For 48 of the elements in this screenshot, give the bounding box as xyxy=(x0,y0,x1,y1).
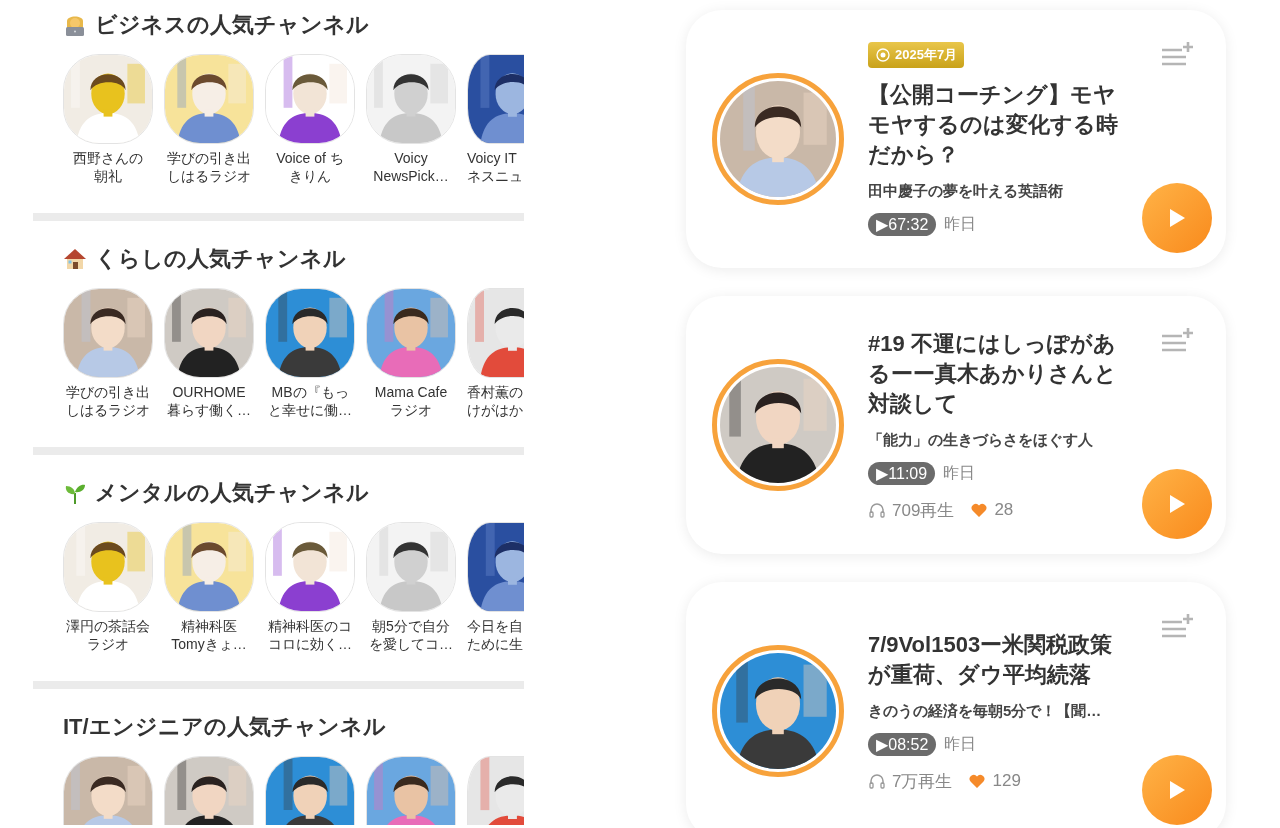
channel-name[interactable]: きのうの経済を毎朝5分で！【聞… xyxy=(868,701,1102,721)
duration-badge: ▶11:09 xyxy=(868,461,936,485)
channel-name[interactable]: 精神科医のコ コロに効く… xyxy=(268,617,352,653)
channel-name[interactable]: 今日を自 ために生 xyxy=(467,617,523,653)
channel-name[interactable]: MBの『もっ と幸せに働… xyxy=(268,383,352,419)
play-count: 709再生 xyxy=(892,499,955,522)
episode-card[interactable]: 2025年7月 【公開コーチング】モヤモヤするのは変化する時だから？ 田中慶子の夢を叶える英語術 ▶67:32 昨日 xyxy=(686,10,1226,268)
like-count: 129 xyxy=(992,771,1021,791)
heart-icon xyxy=(968,772,987,790)
headphones-icon xyxy=(868,772,886,790)
channel-name[interactable]: 香村薫の けがはか xyxy=(467,383,523,419)
medal-icon xyxy=(875,47,891,63)
date-text: 昨日 xyxy=(943,462,976,483)
channel-name[interactable]: 西野さんの 朝礼 xyxy=(73,149,143,185)
like-count: 28 xyxy=(994,500,1014,520)
episode-title[interactable]: 【公開コーチング】モヤモヤするのは変化する時だから？ xyxy=(868,80,1118,170)
section-title: くらしの人気チャンネル xyxy=(95,245,346,273)
play-icon xyxy=(1167,493,1187,515)
date-text: 昨日 xyxy=(944,733,977,754)
episode-title[interactable]: 7/9Vol1503ー米関税政策が重荷、ダウ平均続落 xyxy=(868,629,1118,690)
channel-name[interactable]: Voicy NewsPick… xyxy=(373,149,449,185)
duration-badge: ▶67:32 xyxy=(868,213,937,236)
channel-name[interactable]: 学びの引き出 しはるラジオ xyxy=(167,149,251,185)
house-icon xyxy=(63,247,87,271)
channel-name[interactable]: 学びの引き出 しはるラジオ xyxy=(66,383,150,419)
month-badge: 2025年7月 xyxy=(868,42,965,68)
duration-badge: ▶08:52 xyxy=(868,732,937,756)
channel-name[interactable]: Mama Cafe ラジオ xyxy=(374,383,448,419)
channel-name[interactable]: OURHOME 暮らす働く… xyxy=(167,383,251,419)
channel-name[interactable]: 朝5分で自分 を愛してコ… xyxy=(369,617,453,653)
section-title: ビジネスの人気チャンネル xyxy=(95,11,369,39)
channel-name[interactable]: 「能力」の生きづらさをほぐす人 xyxy=(868,430,1093,450)
episode-card[interactable]: 7/9Vol1503ー米関税政策が重荷、ダウ平均続落 きのうの経済を毎朝5分で！【聞… ▶08:52 昨日 7万再生 129 xyxy=(686,582,1226,828)
episode-card[interactable]: #19 不運にはしっぽがあるーー真木あかりさんと対談して 「能力」の生きづらさをほぐす人 ▶11:09 昨日 709再生 28 xyxy=(686,296,1226,554)
headphones-icon xyxy=(868,501,886,519)
channel-name[interactable]: Voice of ち きりん xyxy=(276,149,344,185)
episode-title[interactable]: #19 不運にはしっぽがあるーー真木あかりさんと対談して xyxy=(868,328,1118,419)
section-title: IT/エンジニアの人気チャンネル xyxy=(63,713,386,741)
channel-name[interactable]: Voicy IT ネスニュ xyxy=(467,149,523,185)
play-count: 7万再生 xyxy=(892,770,953,793)
date-text: 昨日 xyxy=(944,214,977,234)
play-icon xyxy=(1167,779,1187,801)
channel-name[interactable]: 精神科医 Tomyきょ… xyxy=(171,617,247,653)
heart-icon xyxy=(970,501,989,519)
section-title: メンタルの人気チャンネル xyxy=(95,479,369,507)
channel-name[interactable]: 澤円の茶話会 ラジオ xyxy=(66,617,150,653)
channel-name[interactable]: 田中慶子の夢を叶える英語術 xyxy=(868,182,1063,201)
play-icon xyxy=(1167,207,1187,229)
